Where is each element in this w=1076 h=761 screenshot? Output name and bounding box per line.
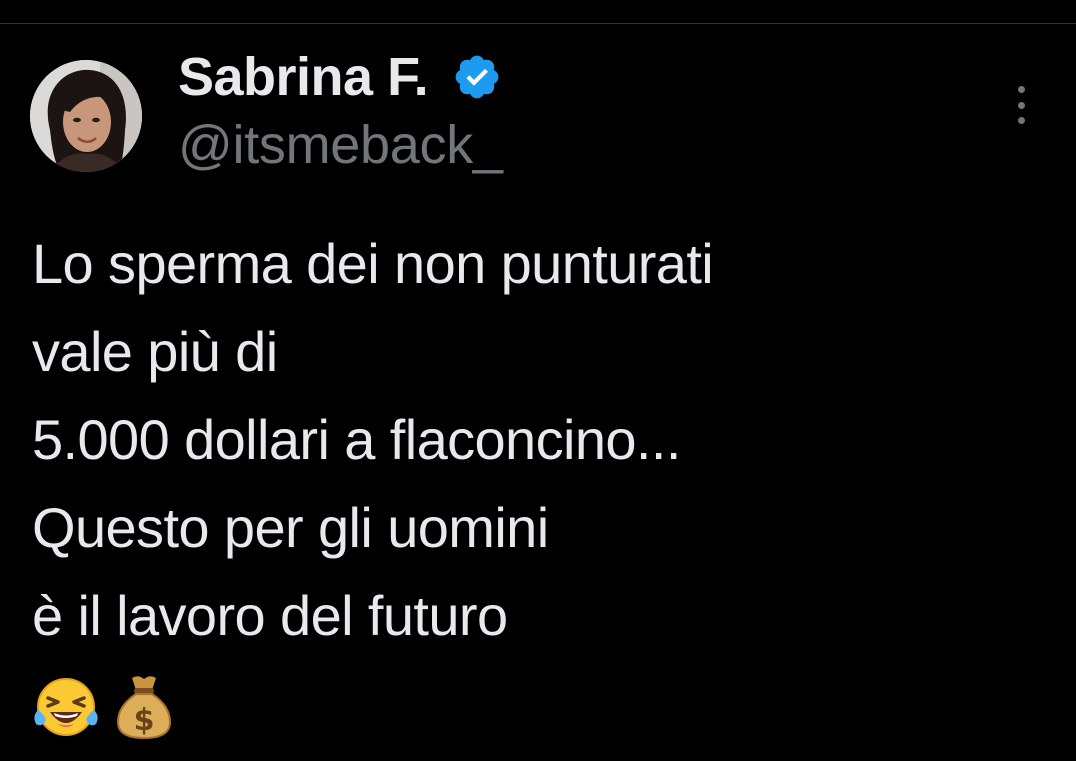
more-dot	[1017, 117, 1025, 124]
avatar-photo-icon	[30, 60, 142, 172]
more-dot	[1017, 101, 1025, 109]
tweet-header: Sabrina F. @itsmeback_	[178, 44, 503, 176]
avatar[interactable]	[30, 60, 142, 172]
tweet-text-line: vale più di	[32, 320, 278, 383]
more-dot	[1017, 86, 1025, 93]
tweet-text-line: Lo sperma dei non punturati	[32, 232, 714, 295]
display-name[interactable]: Sabrina F.	[178, 46, 429, 108]
tweet-text: Lo sperma dei non punturati vale più di …	[32, 220, 1042, 660]
svg-text:$: $	[134, 703, 155, 738]
money-bag-icon: $	[108, 670, 180, 742]
tweet-text-line: è il lavoro del futuro	[32, 584, 508, 647]
tweet: Sabrina F. @itsmeback_ Lo sperma dei non…	[0, 0, 1076, 761]
face-with-tears-of-joy-icon	[30, 670, 102, 742]
user-handle[interactable]: @itsmeback_	[178, 114, 503, 176]
emoji-row: $	[30, 668, 186, 744]
tweet-text-line: 5.000 dollari a flaconcino...	[32, 408, 681, 471]
name-row: Sabrina F.	[178, 44, 503, 110]
tweet-text-line: Questo per gli uomini	[32, 496, 549, 559]
more-options-button[interactable]	[1004, 84, 1038, 126]
verified-badge-icon	[452, 52, 502, 102]
